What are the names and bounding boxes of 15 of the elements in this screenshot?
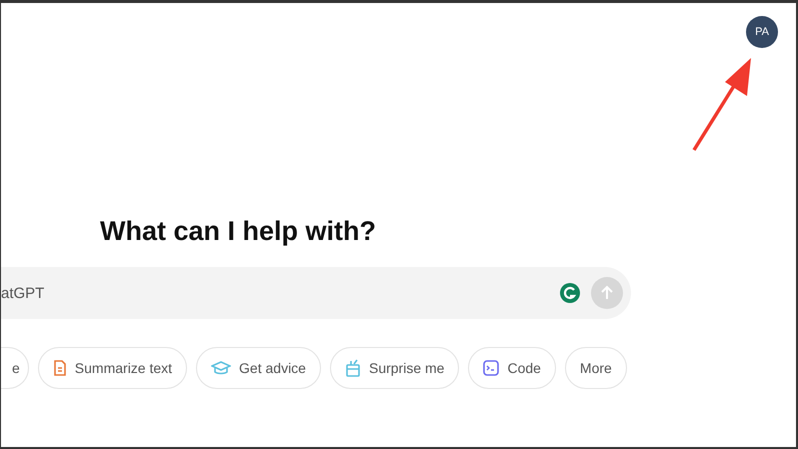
gift-icon <box>344 359 361 377</box>
suggestion-chip[interactable]: Surprise me <box>330 347 460 389</box>
document-icon <box>52 360 67 376</box>
suggestion-chip[interactable]: Get advice <box>196 347 321 389</box>
grammar-g-icon[interactable] <box>559 282 581 304</box>
graduation-cap-icon <box>211 360 232 376</box>
terminal-icon <box>483 360 500 376</box>
arrow-up-icon <box>599 285 615 301</box>
suggestion-chip[interactable]: More <box>564 347 627 389</box>
user-avatar[interactable]: PA <box>746 16 778 48</box>
page-heading: What can I help with? <box>100 216 377 247</box>
suggestion-chip[interactable]: e <box>1 347 29 389</box>
suggestion-chip[interactable]: Code <box>468 347 556 389</box>
suggestion-chip[interactable]: Summarize text <box>38 347 188 389</box>
prompt-field[interactable]: atGPT <box>1 284 549 302</box>
